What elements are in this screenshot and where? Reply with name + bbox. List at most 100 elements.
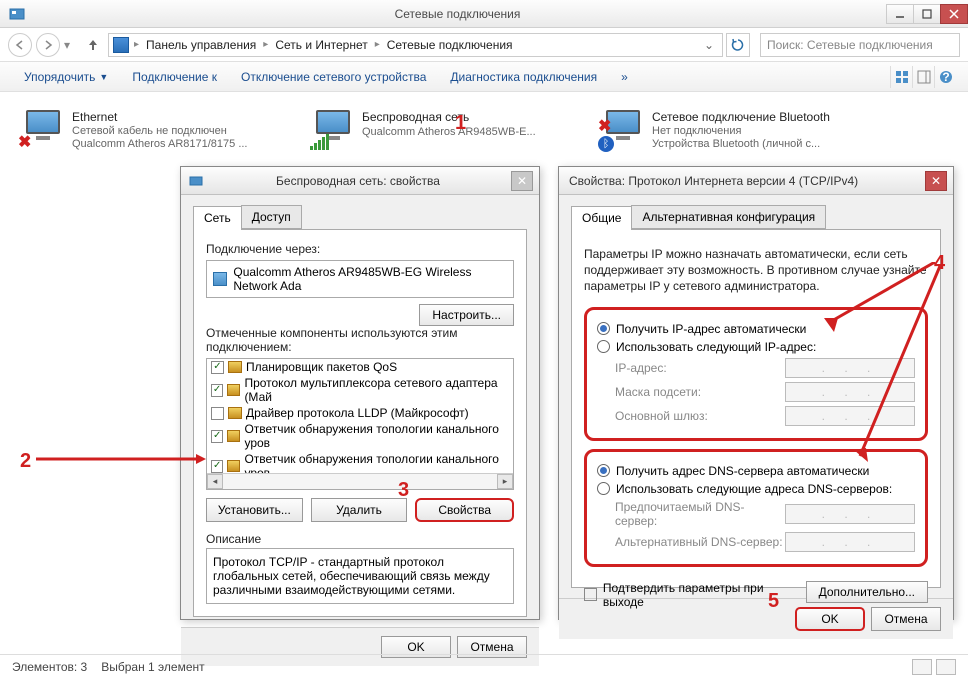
radio-button[interactable] bbox=[597, 340, 610, 353]
dialog-titlebar[interactable]: Свойства: Протокол Интернета версии 4 (T… bbox=[559, 167, 953, 195]
breadcrumb[interactable]: ▸ Панель управления ▸ Сеть и Интернет ▸ … bbox=[108, 33, 723, 57]
forward-button[interactable] bbox=[36, 33, 60, 57]
component-item[interactable]: Планировщик пакетов QoS bbox=[207, 359, 513, 375]
up-button[interactable] bbox=[82, 34, 104, 56]
radio-button[interactable] bbox=[597, 322, 610, 335]
tab-access[interactable]: Доступ bbox=[241, 205, 302, 229]
properties-button[interactable]: Свойства bbox=[415, 498, 514, 522]
dns-pref-label: Предпочитаемый DNS-сервер: bbox=[597, 500, 785, 528]
mask-input[interactable]: . . . bbox=[785, 382, 915, 402]
view-icon[interactable] bbox=[890, 66, 912, 88]
refresh-button[interactable] bbox=[726, 33, 750, 57]
components-list[interactable]: Планировщик пакетов QoS Протокол мультип… bbox=[206, 358, 514, 490]
component-icon bbox=[227, 384, 240, 396]
svg-text:?: ? bbox=[942, 70, 949, 84]
radio-button[interactable] bbox=[597, 482, 610, 495]
chevron-right-icon: ▸ bbox=[260, 39, 271, 50]
confirm-checkbox[interactable] bbox=[584, 588, 597, 601]
connection-bluetooth[interactable]: ✖ ᛒ Сетевое подключение Bluetooth Нет по… bbox=[600, 110, 860, 150]
tab-network[interactable]: Сеть bbox=[193, 206, 242, 230]
diagnose-menu[interactable]: Диагностика подключения bbox=[438, 70, 609, 84]
ip-group: Получить IP-адрес автоматически Использо… bbox=[584, 307, 928, 441]
adapter-icon bbox=[213, 272, 227, 286]
component-icon bbox=[227, 460, 240, 472]
radio-button[interactable] bbox=[597, 464, 610, 477]
dialog-close-button[interactable]: ✕ bbox=[925, 171, 947, 191]
wifi-icon bbox=[310, 110, 356, 150]
breadcrumb-item[interactable]: Панель управления bbox=[144, 38, 258, 52]
breadcrumb-dropdown[interactable]: ⌄ bbox=[700, 38, 718, 52]
component-item[interactable]: Протокол мультиплексора сетевого адаптер… bbox=[207, 375, 513, 405]
organize-menu[interactable]: Упорядочить▼ bbox=[12, 70, 120, 84]
horizontal-scrollbar[interactable]: ◂▸ bbox=[207, 473, 513, 489]
checkbox[interactable] bbox=[211, 384, 223, 397]
connection-device: Устройства Bluetooth (личной с... bbox=[652, 138, 830, 150]
adapter-name: Qualcomm Atheros AR9485WB-EG Wireless Ne… bbox=[233, 265, 507, 293]
advanced-button[interactable]: Дополнительно... bbox=[806, 581, 928, 603]
more-menu[interactable]: » bbox=[609, 70, 640, 84]
checkbox[interactable] bbox=[211, 430, 223, 443]
component-item[interactable]: Драйвер протокола LLDP (Майкрософт) bbox=[207, 405, 513, 421]
dns-pref-input[interactable]: . . . bbox=[785, 504, 915, 524]
component-icon bbox=[227, 430, 240, 442]
close-button[interactable] bbox=[940, 4, 968, 24]
connection-status: Нет подключения bbox=[652, 125, 830, 137]
dialog-close-button[interactable]: ✕ bbox=[511, 171, 533, 191]
tabs: Сеть Доступ bbox=[193, 205, 527, 230]
radio-ip-manual[interactable]: Использовать следующий IP-адрес: bbox=[597, 340, 915, 354]
scroll-left-button[interactable]: ◂ bbox=[207, 474, 223, 489]
disable-device-menu[interactable]: Отключение сетевого устройства bbox=[229, 70, 438, 84]
install-button[interactable]: Установить... bbox=[206, 498, 303, 522]
history-dropdown[interactable]: ▾ bbox=[64, 38, 78, 52]
gateway-input[interactable]: . . . bbox=[785, 406, 915, 426]
network-icon bbox=[187, 172, 205, 190]
connection-name: Беспроводная сеть bbox=[362, 110, 536, 124]
confirm-label: Подтвердить параметры при выходе bbox=[603, 581, 806, 609]
tabs: Общие Альтернативная конфигурация bbox=[571, 205, 941, 230]
configure-button[interactable]: Настроить... bbox=[419, 304, 514, 326]
titlebar: Сетевые подключения bbox=[0, 0, 968, 28]
details-view-button[interactable] bbox=[912, 659, 932, 675]
minimize-button[interactable] bbox=[886, 4, 914, 24]
dns-alt-label: Альтернативный DNS-сервер: bbox=[597, 535, 785, 549]
ip-input[interactable]: . . . bbox=[785, 358, 915, 378]
ok-button[interactable]: OK bbox=[795, 607, 865, 631]
dns-group: Получить адрес DNS-сервера автоматически… bbox=[584, 449, 928, 567]
radio-dns-auto[interactable]: Получить адрес DNS-сервера автоматически bbox=[597, 464, 915, 478]
tiles-view-button[interactable] bbox=[936, 659, 956, 675]
checkbox[interactable] bbox=[211, 460, 223, 473]
cancel-button[interactable]: Отмена bbox=[871, 607, 941, 631]
help-icon[interactable]: ? bbox=[934, 66, 956, 88]
maximize-button[interactable] bbox=[913, 4, 941, 24]
toolbar: Упорядочить▼ Подключение к Отключение се… bbox=[0, 62, 968, 92]
window-title: Сетевые подключения bbox=[28, 7, 887, 21]
connect-via-label: Подключение через: bbox=[206, 242, 514, 256]
uninstall-button[interactable]: Удалить bbox=[311, 498, 408, 522]
gateway-label: Основной шлюз: bbox=[597, 409, 785, 423]
chevron-right-icon: ▸ bbox=[372, 39, 383, 50]
connection-status: Сетевой кабель не подключен bbox=[72, 125, 248, 137]
breadcrumb-item[interactable]: Сеть и Интернет bbox=[273, 38, 369, 52]
wireless-properties-dialog: Беспроводная сеть: свойства ✕ Сеть Досту… bbox=[180, 166, 540, 620]
radio-dns-manual[interactable]: Использовать следующие адреса DNS-сервер… bbox=[597, 482, 915, 496]
ip-label: IP-адрес: bbox=[597, 361, 785, 375]
statusbar: Элементов: 3 Выбран 1 элемент bbox=[0, 654, 968, 678]
connect-to-menu[interactable]: Подключение к bbox=[120, 70, 229, 84]
search-input[interactable]: Поиск: Сетевые подключения bbox=[760, 33, 960, 57]
description-label: Описание bbox=[206, 532, 514, 546]
tab-general[interactable]: Общие bbox=[571, 206, 632, 230]
breadcrumb-item[interactable]: Сетевые подключения bbox=[385, 38, 515, 52]
checkbox[interactable] bbox=[211, 407, 224, 420]
connection-device: Qualcomm Atheros AR9485WB-E... bbox=[362, 126, 536, 138]
component-item[interactable]: Ответчик обнаружения топологии канальног… bbox=[207, 421, 513, 451]
radio-ip-auto[interactable]: Получить IP-адрес автоматически bbox=[597, 322, 915, 336]
connection-ethernet[interactable]: ✖ Ethernet Сетевой кабель не подключен Q… bbox=[20, 110, 280, 150]
dns-alt-input[interactable]: . . . bbox=[785, 532, 915, 552]
tab-alternate[interactable]: Альтернативная конфигурация bbox=[631, 205, 826, 229]
checkbox[interactable] bbox=[211, 361, 224, 374]
back-button[interactable] bbox=[8, 33, 32, 57]
preview-pane-icon[interactable] bbox=[912, 66, 934, 88]
dialog-titlebar[interactable]: Беспроводная сеть: свойства ✕ bbox=[181, 167, 539, 195]
connection-wifi[interactable]: Беспроводная сеть Qualcomm Atheros AR948… bbox=[310, 110, 570, 150]
scroll-right-button[interactable]: ▸ bbox=[497, 474, 513, 489]
